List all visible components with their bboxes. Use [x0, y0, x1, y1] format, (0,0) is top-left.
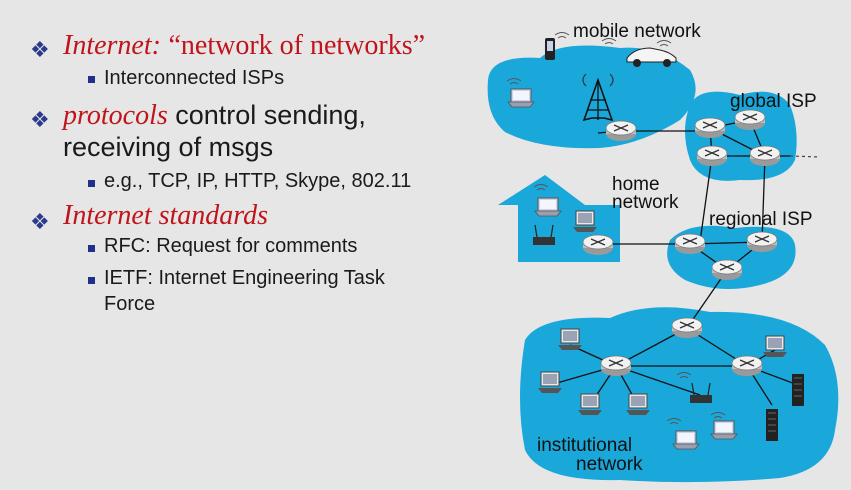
- router-icon: [600, 355, 632, 377]
- label-global-isp: global ISP: [730, 91, 817, 112]
- desktop-icon: [762, 335, 788, 358]
- router-icon: [731, 355, 763, 377]
- router-icon: [671, 317, 703, 339]
- desktop-icon: [625, 393, 651, 416]
- slide-text: ❖ Internet: “network of networks” Interc…: [0, 0, 480, 490]
- protocols-rest: control sending,: [167, 100, 366, 130]
- square-bullet-icon: [88, 76, 95, 83]
- laptop-icon: [710, 420, 738, 440]
- diamond-bullet-icon: ❖: [30, 37, 50, 62]
- label-institutional: institutional: [537, 435, 632, 456]
- label-home-network: network: [612, 192, 679, 213]
- router-icon: [746, 231, 778, 253]
- protocols-term: protocols: [63, 100, 168, 131]
- bullet-protocols-line2: receiving of msgs: [63, 132, 274, 162]
- network-diagram: mobile network global ISP home network r…: [487, 21, 839, 483]
- square-bullet-icon: [88, 245, 95, 252]
- router-icon: [694, 117, 726, 139]
- bullet-rfc: RFC: Request for comments: [104, 235, 358, 257]
- diamond-bullet-icon: ❖: [30, 107, 50, 132]
- router-icon: [734, 109, 766, 131]
- bullet-internet: Internet: “network of networks”: [63, 30, 425, 62]
- router-icon: [749, 145, 781, 167]
- laptop-icon: [672, 430, 700, 450]
- bullet-ietf-line2: Force: [104, 293, 156, 315]
- router-icon: [674, 233, 706, 255]
- bullet-standards: Internet standards: [63, 200, 268, 232]
- router-icon: [711, 259, 743, 281]
- label-institutional-network: network: [576, 454, 643, 475]
- server-icon: [765, 408, 779, 442]
- router-icon: [696, 145, 728, 167]
- diamond-bullet-icon: ❖: [30, 209, 50, 234]
- bullet-ietf: IETF: Internet Engineering Task: [104, 267, 385, 289]
- desktop-icon: [572, 210, 598, 233]
- bullet-protocol-examples: e.g., TCP, IP, HTTP, Skype, 802.11: [104, 170, 412, 192]
- desktop-icon: [537, 371, 563, 394]
- standards-term: Internet standards: [63, 200, 269, 231]
- laptop-icon: [534, 197, 562, 217]
- square-bullet-icon: [88, 180, 95, 187]
- router-icon: [582, 234, 614, 256]
- label-mobile-network: mobile network: [573, 21, 701, 42]
- router-icon: [605, 120, 637, 142]
- desktop-icon: [557, 328, 583, 351]
- desktop-icon: [577, 393, 603, 416]
- label-regional-isp: regional ISP: [709, 209, 813, 230]
- square-bullet-icon: [88, 277, 95, 284]
- internet-quote: “network of networks”: [168, 30, 426, 61]
- bullet-protocols: protocols control sending,: [63, 100, 366, 132]
- laptop-icon: [507, 88, 535, 108]
- server-icon: [791, 373, 805, 407]
- bullet-isps: Interconnected ISPs: [104, 67, 285, 89]
- internet-term: Internet:: [63, 30, 161, 61]
- mobile-phone-icon: [545, 38, 555, 60]
